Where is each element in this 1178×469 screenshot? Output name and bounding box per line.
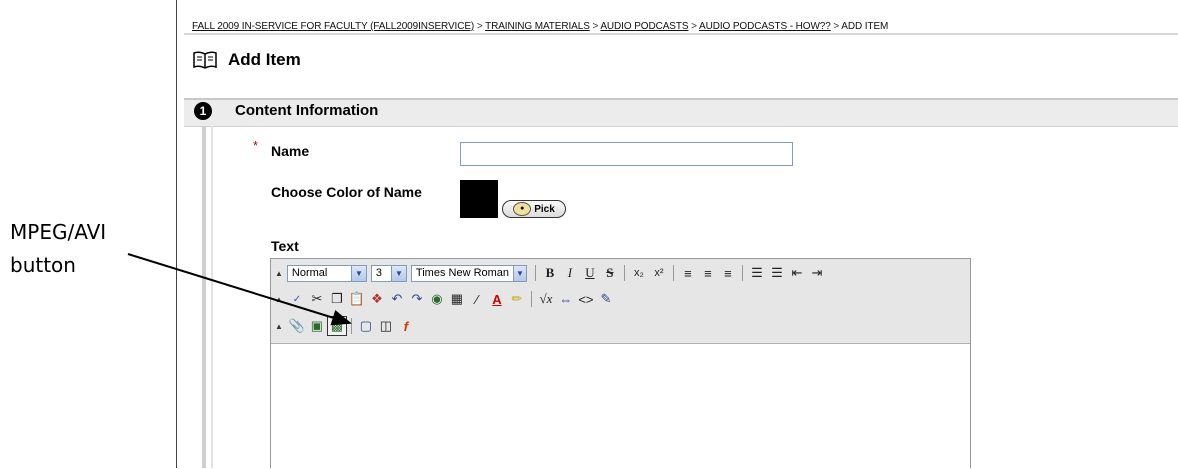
page-header: Add Item — [193, 50, 301, 70]
html-icon[interactable]: <> — [576, 289, 596, 309]
name-label: Name — [271, 143, 310, 159]
breadcrumb: FALL 2009 IN-SERVICE FOR FACULTY (FALL20… — [192, 21, 888, 32]
copy-icon[interactable]: ❐ — [327, 289, 347, 309]
editor-content-area[interactable] — [271, 344, 970, 469]
unordered-list-icon[interactable]: ☰ — [767, 263, 787, 283]
toolbar-divider — [741, 265, 743, 281]
font-color-icon[interactable]: A — [487, 289, 507, 309]
rich-text-editor: ▲ Normal ▼ 3 ▼ Times New Roman ▼ B I U S… — [270, 258, 971, 469]
collapse-row-icon[interactable]: ▲ — [275, 269, 283, 278]
paste-icon[interactable]: 📋 — [347, 289, 367, 309]
ordered-list-icon[interactable]: ☰ — [747, 263, 767, 283]
bold-icon[interactable]: B — [540, 263, 560, 283]
line-icon[interactable]: ∕ — [467, 289, 487, 309]
cut-icon[interactable]: ✂ — [307, 289, 327, 309]
annotation-callout: MPEG/AVI button — [10, 216, 106, 282]
flash-icon[interactable]: f — [396, 316, 416, 336]
annotation-line-1: MPEG/AVI — [10, 220, 107, 244]
page-title: Add Item — [228, 50, 301, 69]
section-title: Content Information — [235, 102, 379, 119]
toolbar-divider — [534, 265, 536, 281]
attach-file-icon[interactable]: 📎 — [287, 316, 307, 336]
toolbar-row-1: ▲ Normal ▼ 3 ▼ Times New Roman ▼ B I U S… — [275, 262, 827, 284]
breadcrumb-current: ADD ITEM — [841, 21, 889, 32]
page-left-border — [176, 0, 177, 468]
font-family-select[interactable]: Times New Roman ▼ — [410, 264, 527, 282]
toolbar-divider — [623, 265, 625, 281]
chevron-down-icon: ▼ — [390, 265, 406, 281]
undo-icon[interactable]: ↶ — [387, 289, 407, 309]
breadcrumb-separator: > — [691, 21, 697, 32]
multimedia-icon[interactable]: ◫ — [376, 316, 396, 336]
preview-icon[interactable]: ✎ — [596, 289, 616, 309]
align-left-icon[interactable]: ≡ — [678, 263, 698, 283]
section-left-rail-inner — [211, 126, 213, 468]
mpeg-avi-icon[interactable]: ▩ — [326, 316, 347, 336]
indent-icon[interactable]: ⇥ — [807, 263, 827, 283]
toolbar-row-2: ▲ ✓ ✂ ❐ 📋 ❖ ↶ ↷ ◉ ▦ ∕ A ✏ √x ⇔ <> ✎ — [275, 288, 616, 310]
breadcrumb-link-audio-podcasts[interactable]: AUDIO PODCASTS — [600, 21, 688, 32]
strikethrough-icon[interactable]: S — [600, 263, 620, 283]
pick-button-label: Pick — [534, 203, 555, 215]
link-icon[interactable]: ◉ — [427, 289, 447, 309]
chevron-down-icon: ▼ — [350, 265, 366, 281]
palette-icon: ● — [513, 202, 532, 216]
collapse-row-icon[interactable]: ▲ — [275, 295, 283, 304]
align-right-icon[interactable]: ≡ — [718, 263, 738, 283]
equation-icon[interactable]: √x — [536, 289, 556, 309]
header-divider — [184, 33, 1178, 35]
highlight-icon[interactable]: ✏ — [507, 289, 527, 309]
audio-icon[interactable]: ▢ — [356, 316, 376, 336]
required-asterisk: * — [253, 138, 259, 153]
section-left-rail — [202, 126, 206, 468]
book-icon — [193, 51, 217, 69]
color-swatch[interactable] — [460, 180, 498, 218]
font-size-select[interactable]: 3 ▼ — [370, 264, 407, 282]
table-icon[interactable]: ▦ — [447, 289, 467, 309]
italic-icon[interactable]: I — [560, 263, 580, 283]
breadcrumb-separator: > — [592, 21, 599, 32]
collapse-row-icon[interactable]: ▲ — [275, 322, 283, 331]
outdent-icon[interactable]: ⇤ — [787, 263, 807, 283]
insert-image-icon[interactable]: ▣ — [307, 316, 327, 336]
toolbar-row-3: ▲ 📎 ▣ ▩ ▢ ◫ f — [275, 315, 416, 337]
editor-toolbar: ▲ Normal ▼ 3 ▼ Times New Roman ▼ B I U S… — [271, 259, 970, 344]
paragraph-style-select[interactable]: Normal ▼ — [286, 264, 367, 282]
paragraph-style-value: Normal — [291, 267, 328, 279]
step-number-badge: 1 — [194, 102, 212, 120]
text-label: Text — [271, 238, 299, 254]
spellcheck-icon[interactable]: ✓ — [287, 289, 307, 309]
breadcrumb-link-audio-podcasts-how[interactable]: AUDIO PODCASTS - HOW?? — [699, 21, 831, 32]
superscript-icon[interactable]: x² — [649, 263, 669, 283]
align-center-icon[interactable]: ≡ — [698, 263, 718, 283]
font-size-value: 3 — [375, 267, 383, 279]
underline-icon[interactable]: U — [580, 263, 600, 283]
breadcrumb-link-course[interactable]: FALL 2009 IN-SERVICE FOR FACULTY (FALL20… — [192, 21, 474, 32]
toolbar-divider — [672, 265, 674, 281]
toolbar-divider — [530, 291, 532, 307]
font-family-value: Times New Roman — [415, 267, 510, 279]
toolbar-divider — [350, 318, 352, 334]
breadcrumb-link-training-materials[interactable]: TRAINING MATERIALS — [485, 21, 590, 32]
name-input[interactable] — [460, 142, 793, 166]
pick-color-button[interactable]: ● Pick — [502, 200, 566, 218]
annotation-line-2: button — [10, 253, 76, 277]
breadcrumb-separator: > — [476, 21, 483, 32]
paste-special-icon[interactable]: ❖ — [367, 289, 387, 309]
color-label: Choose Color of Name — [271, 184, 422, 200]
chevron-down-icon: ▼ — [513, 265, 526, 281]
redo-icon[interactable]: ↷ — [407, 289, 427, 309]
subscript-icon[interactable]: x₂ — [629, 263, 649, 283]
breadcrumb-separator: > — [833, 21, 840, 32]
toggle-view-icon[interactable]: ⇔ — [556, 289, 576, 309]
